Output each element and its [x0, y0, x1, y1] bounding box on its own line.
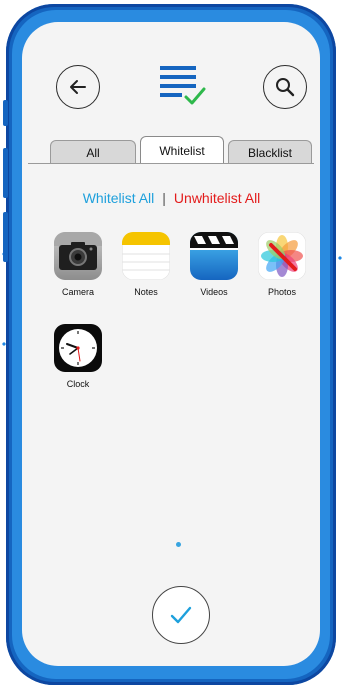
checklist-icon: [160, 66, 206, 105]
confirm-button[interactable]: [152, 586, 210, 644]
app-label: Camera: [61, 287, 94, 297]
app-videos[interactable]: Videos: [188, 232, 240, 297]
actions-separator: |: [162, 190, 166, 206]
logo: [158, 64, 208, 108]
app-label: Photos: [267, 287, 297, 297]
notes-icon: [122, 232, 170, 280]
tab-bar: All Whitelist Blacklist: [28, 136, 314, 164]
photos-icon: [258, 232, 306, 280]
side-button-3: [3, 212, 8, 262]
app-clock[interactable]: Clock: [52, 324, 104, 389]
search-button[interactable]: [263, 65, 307, 109]
checkmark-icon: [170, 606, 192, 624]
app-camera[interactable]: Camera: [52, 232, 104, 297]
page-indicator: [176, 542, 181, 547]
app-label: Notes: [134, 287, 158, 297]
videos-icon: [190, 232, 238, 280]
app-label: Videos: [200, 287, 228, 297]
tab-blacklist[interactable]: Blacklist: [228, 140, 312, 164]
camera-icon: [54, 232, 102, 280]
app-notes[interactable]: Notes: [120, 232, 172, 297]
tab-all[interactable]: All: [50, 140, 136, 164]
bulk-actions: Whitelist All | Unwhitelist All: [0, 190, 343, 206]
app-photos[interactable]: Photos: [256, 232, 308, 297]
arrow-left-icon: [70, 80, 86, 94]
unwhitelist-all-link[interactable]: Unwhitelist All: [174, 190, 260, 206]
app-label: Clock: [66, 379, 90, 389]
clock-icon: [54, 324, 102, 372]
side-button-1: [3, 100, 8, 126]
tab-whitelist[interactable]: Whitelist: [140, 136, 224, 164]
whitelist-all-link[interactable]: Whitelist All: [83, 190, 155, 206]
search-icon: [276, 78, 295, 97]
back-button[interactable]: [56, 65, 100, 109]
tab-baseline: [28, 163, 314, 164]
